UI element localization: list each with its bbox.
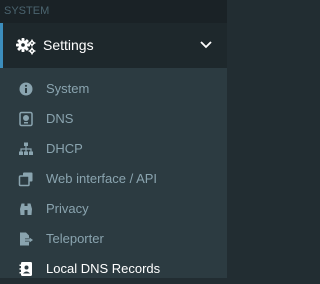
sidebar-item-label: Web interface / API xyxy=(46,171,158,186)
sidebar-item-privacy[interactable]: Privacy xyxy=(0,194,227,224)
sidebar-item-label: Privacy xyxy=(46,201,89,216)
sitemap-icon xyxy=(19,142,33,155)
settings-label: Settings xyxy=(43,37,94,53)
address-card-icon xyxy=(19,262,32,276)
info-circle-icon xyxy=(19,82,33,96)
sidebar-item-system[interactable]: System xyxy=(0,74,227,104)
sidebar-item-teleporter[interactable]: Teleporter xyxy=(0,224,227,254)
cogs-icon xyxy=(16,38,36,55)
window-copy-icon xyxy=(18,172,33,187)
settings-submenu: System DNS DHCP Web interface / API Priv… xyxy=(0,68,227,278)
settings-menu-toggle[interactable]: Settings xyxy=(0,23,227,68)
sidebar-item-label: DNS xyxy=(46,111,74,126)
binoculars-icon xyxy=(20,203,32,215)
sidebar-item-dhcp[interactable]: DHCP xyxy=(0,134,227,164)
sidebar-item-label: DHCP xyxy=(46,141,83,156)
sidebar-item-label: Teleporter xyxy=(46,231,104,246)
sidebar-item-dns[interactable]: DNS xyxy=(0,104,227,134)
sidebar: SYSTEM Settings System DNS DHCP Web inte… xyxy=(0,0,227,278)
sidebar-item-web-interface-api[interactable]: Web interface / API xyxy=(0,164,227,194)
sidebar-item-local-dns-records[interactable]: Local DNS Records xyxy=(0,254,227,284)
section-header: SYSTEM xyxy=(0,0,227,23)
chevron-down-icon xyxy=(200,41,212,49)
sidebar-item-label: System xyxy=(46,81,90,96)
sidebar-item-label: Local DNS Records xyxy=(46,261,161,276)
dns-server-icon xyxy=(19,111,33,127)
file-export-icon xyxy=(20,232,33,246)
